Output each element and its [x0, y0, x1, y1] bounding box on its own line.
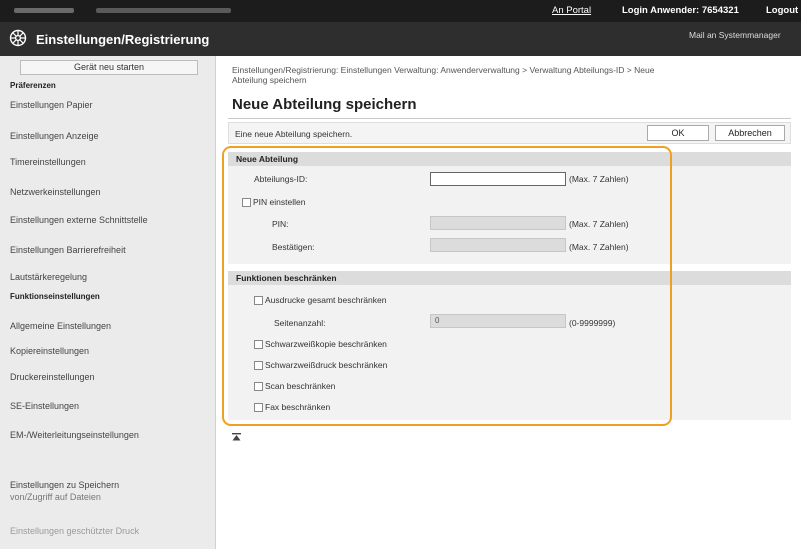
action-row: Eine neue Abteilung speichern. OK Abbrec…	[228, 122, 791, 144]
back-to-top-icon[interactable]	[232, 433, 241, 441]
cancel-button[interactable]: Abbrechen	[715, 125, 785, 141]
portal-link[interactable]: An Portal	[552, 5, 591, 16]
sidebar-item-secure-print[interactable]: Einstellungen geschützter Druck	[10, 519, 208, 543]
scan-label: Scan beschränken	[265, 381, 336, 391]
blurred-device-name	[14, 8, 74, 13]
top-status-bar: An Portal Login Anwender: 7654321 Logout	[0, 0, 801, 22]
pin-checkbox-label: PIN einstellen	[253, 197, 306, 207]
page-title: Neue Abteilung speichern	[232, 96, 417, 113]
fax-checkbox[interactable]	[254, 403, 263, 412]
sidebar-section-functions: Funktionseinstellungen	[10, 292, 100, 301]
section-new-department: Abteilungs-ID: (Max. 7 Zahlen) PIN einst…	[228, 166, 791, 264]
app-header: Einstellungen/Registrierung Mail an Syst…	[0, 22, 801, 56]
blurred-device-model	[96, 8, 231, 13]
breadcrumb-line2: Abteilung speichern	[232, 75, 307, 85]
sidebar-item-volume[interactable]: Lautstärkeregelung	[10, 265, 208, 289]
restart-device-button[interactable]: Gerät neu starten	[20, 60, 198, 75]
logout-link[interactable]: Logout	[766, 5, 798, 16]
sidebar-item-forwarding[interactable]: EM-/Weiterleitungseinstellungen	[10, 423, 208, 447]
scan-checkbox[interactable]	[254, 382, 263, 391]
gear-icon	[9, 29, 27, 47]
login-user-text: Login Anwender: 7654321	[622, 5, 739, 16]
fax-label: Fax beschränken	[265, 402, 331, 412]
sidebar-item-paper[interactable]: Einstellungen Papier	[10, 93, 208, 117]
sidebar-item-se[interactable]: SE-Einstellungen	[10, 394, 208, 418]
pin-hint: (Max. 7 Zahlen)	[569, 219, 629, 229]
sidebar-item-accessibility[interactable]: Einstellungen Barrierefreiheit	[10, 238, 208, 262]
sidebar-item-printer[interactable]: Druckereinstellungen	[10, 365, 208, 389]
app-title: Einstellungen/Registrierung	[36, 32, 210, 47]
confirm-hint: (Max. 7 Zahlen)	[569, 242, 629, 252]
page-description: Eine neue Abteilung speichern.	[235, 129, 353, 139]
dept-id-input[interactable]	[430, 172, 566, 186]
breadcrumb: Einstellungen/Registrierung: Einstellung…	[232, 65, 772, 85]
sidebar-item-data-access-line1: Einstellungen zu Speichern	[10, 480, 120, 490]
section-new-department-heading: Neue Abteilung	[228, 152, 791, 166]
dept-id-hint: (Max. 7 Zahlen)	[569, 174, 629, 184]
sidebar-item-timer[interactable]: Timereinstellungen	[10, 150, 208, 174]
total-prints-checkbox[interactable]	[254, 296, 263, 305]
confirm-pin-input[interactable]	[430, 238, 566, 252]
section-restrict-heading: Funktionen beschränken	[228, 271, 791, 285]
sidebar-item-data-access[interactable]: Einstellungen zu Speichern von/Zugriff a…	[10, 479, 208, 505]
sidebar-item-copy[interactable]: Kopiereinstellungen	[10, 339, 208, 363]
bw-copy-checkbox[interactable]	[254, 340, 263, 349]
bw-print-checkbox[interactable]	[254, 361, 263, 370]
dept-id-label: Abteilungs-ID:	[254, 174, 308, 184]
ok-button[interactable]: OK	[647, 125, 709, 141]
title-divider	[228, 118, 791, 119]
page-count-input[interactable]: 0	[430, 314, 566, 328]
page-count-hint: (0-9999999)	[569, 318, 616, 328]
breadcrumb-line1: Einstellungen/Registrierung: Einstellung…	[232, 65, 655, 75]
pin-input[interactable]	[430, 216, 566, 230]
confirm-label: Bestätigen:	[272, 242, 315, 252]
bw-copy-label: Schwarzweißkopie beschränken	[265, 339, 387, 349]
total-prints-label: Ausdrucke gesamt beschränken	[265, 295, 387, 305]
sidebar-item-data-access-line2: von/Zugriff auf Dateien	[10, 492, 101, 502]
bw-print-label: Schwarzweißdruck beschränken	[265, 360, 388, 370]
mail-to-sysmanager-link[interactable]: Mail an Systemmanager	[689, 30, 781, 40]
page-count-label: Seitenanzahl:	[274, 318, 326, 328]
section-restrict-functions: Ausdrucke gesamt beschränken Seitenanzah…	[228, 285, 791, 420]
sidebar: Gerät neu starten Präferenzen Einstellun…	[0, 56, 216, 549]
sidebar-item-display[interactable]: Einstellungen Anzeige	[10, 124, 208, 148]
sidebar-section-preferences: Präferenzen	[10, 81, 56, 90]
sidebar-item-network[interactable]: Netzwerkeinstellungen	[10, 180, 208, 204]
sidebar-item-general[interactable]: Allgemeine Einstellungen	[10, 314, 208, 338]
sidebar-item-external-interface[interactable]: Einstellungen externe Schnittstelle	[10, 208, 208, 232]
pin-checkbox[interactable]	[242, 198, 251, 207]
pin-label: PIN:	[272, 219, 289, 229]
